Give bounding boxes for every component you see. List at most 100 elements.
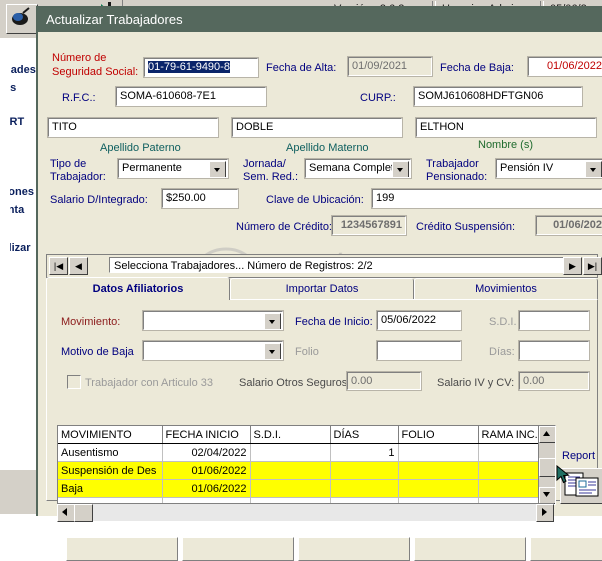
folio-label: Folio: [295, 346, 319, 358]
movimientos-grid[interactable]: MOVIMIENTOFECHA INICIOS.D.I.DÍASFOLIORAM…: [57, 425, 556, 505]
dias-input[interactable]: [519, 341, 589, 360]
table-body: Ausentismo02/04/20221Suspensión de Des01…: [58, 444, 555, 506]
table-row[interactable]: Ausentismo02/04/20221: [58, 444, 555, 462]
nav-next-glyph: ▶: [564, 258, 581, 274]
nss-label-line1: Número de: [52, 52, 106, 64]
grid-scroll-thumb[interactable]: [539, 458, 556, 477]
nav-prev-button[interactable]: ◀: [69, 257, 88, 275]
column-header-3[interactable]: DÍAS: [330, 426, 398, 444]
table-cell: 02/04/2022: [162, 444, 250, 462]
dialog-title-bar: Actualizar Trabajadores: [38, 8, 602, 32]
hscroll-right-button[interactable]: [536, 504, 554, 522]
clave-ubicacion-input[interactable]: 199: [372, 189, 602, 208]
folio-input[interactable]: [377, 341, 461, 360]
salario-ivcv-label: Salario IV y CV:: [437, 377, 514, 389]
chevron-right-icon: [537, 505, 551, 519]
report-panel: Report: [560, 450, 602, 502]
movimientos-table: MOVIMIENTOFECHA INICIOS.D.I.DÍASFOLIORAM…: [58, 426, 556, 505]
bottom-button-3[interactable]: [298, 537, 410, 561]
dialog-body: Número de Seguridad Social: 01-79-61-949…: [38, 32, 602, 516]
nombre-input[interactable]: ELTHON: [416, 118, 596, 137]
sdi-label: S.D.I.: [489, 316, 517, 328]
apellido-paterno-input[interactable]: TITO: [48, 118, 218, 137]
tab-movimientos-label: Movimientos: [475, 283, 537, 295]
table-row[interactable]: Baja01/06/2022: [58, 480, 555, 498]
salario-input[interactable]: $250.00: [162, 189, 238, 208]
motivo-baja-select[interactable]: [143, 341, 283, 360]
report-button[interactable]: [560, 468, 602, 504]
column-header-1[interactable]: FECHA INICIO: [162, 426, 250, 444]
table-cell: [398, 462, 478, 480]
table-cell: Baja: [58, 480, 162, 498]
chevron-down-icon: [540, 488, 553, 501]
rfc-input[interactable]: SOMA-610608-7E1: [116, 87, 266, 106]
tipo-trabajador-select[interactable]: Permanente: [118, 159, 228, 178]
table-cell: [250, 444, 330, 462]
table-cell: 01/06/2022: [162, 480, 250, 498]
table-row[interactable]: Suspensión de Des01/06/2022: [58, 462, 555, 480]
chevron-down-icon[interactable]: [209, 161, 226, 178]
chevron-down-icon[interactable]: [392, 161, 409, 178]
pensionado-value: Pensión IV: [500, 160, 553, 177]
bottom-button-5[interactable]: [530, 537, 602, 561]
bottom-button-1[interactable]: [66, 537, 178, 561]
articulo33-checkbox[interactable]: [67, 375, 81, 389]
mouse-icon: [7, 5, 33, 29]
table-cell: 01/06/2022: [162, 462, 250, 480]
table-cell: [250, 480, 330, 498]
tab-movimientos[interactable]: Movimientos: [414, 278, 598, 300]
chevron-down-icon[interactable]: [585, 161, 602, 178]
credito-suspension-label: Crédito Suspensión:: [416, 221, 515, 233]
apellido-paterno-label: Apellido Paterno: [100, 142, 181, 154]
jornada-label-line2: Sem. Red.:: [243, 171, 298, 183]
bottom-button-2[interactable]: [182, 537, 294, 561]
table-cell: [330, 462, 398, 480]
nav-last-button[interactable]: ▶|: [583, 257, 602, 275]
movimiento-label: Movimiento:: [61, 316, 120, 328]
column-header-2[interactable]: S.D.I.: [250, 426, 330, 444]
curp-input[interactable]: SOMJ610608HDFTGN06: [414, 87, 582, 106]
tab-datos-afiliatorios[interactable]: Datos Afiliatorios: [46, 277, 230, 300]
column-header-4[interactable]: FOLIO: [398, 426, 478, 444]
column-header-0[interactable]: MOVIMIENTO: [58, 426, 162, 444]
table-cell: [330, 480, 398, 498]
jornada-label-line1: Jornada/: [243, 158, 286, 170]
salario-label: Salario D/Integrado:: [50, 194, 148, 206]
chevron-down-icon[interactable]: [264, 343, 281, 360]
salario-ivcv-input: 0.00: [519, 372, 589, 390]
dialog-title: Actualizar Trabajadores: [46, 12, 183, 27]
fecha-inicio-input[interactable]: 05/06/2022: [377, 311, 461, 330]
tab-datos-afiliatorios-label: Datos Afiliatorios: [93, 283, 184, 295]
grid-scroll-up-button[interactable]: [539, 426, 556, 443]
jornada-select[interactable]: Semana Completa: [305, 159, 411, 178]
fecha-inicio-label: Fecha de Inicio:: [295, 316, 373, 328]
chevron-down-icon[interactable]: [264, 313, 281, 330]
movimiento-select[interactable]: [143, 311, 283, 330]
tipo-trabajador-value: Permanente: [122, 160, 182, 177]
sdi-input[interactable]: [519, 311, 589, 330]
toolbar-button-mouse[interactable]: [6, 4, 38, 34]
apellido-materno-input[interactable]: DOBLE: [232, 118, 402, 137]
hscroll-left-button[interactable]: [57, 504, 75, 522]
tipo-trabajador-label-line1: Tipo de: [50, 158, 86, 170]
grid-scroll-down-button[interactable]: [539, 487, 556, 504]
grid-vertical-scrollbar[interactable]: [538, 426, 555, 504]
grid-horizontal-scrollbar[interactable]: [57, 503, 554, 521]
clave-ubicacion-label: Clave de Ubicación:: [266, 194, 364, 206]
fecha-baja-input[interactable]: 01/06/2022: [528, 57, 602, 76]
hscroll-thumb[interactable]: [74, 504, 93, 522]
table-cell: [250, 462, 330, 480]
tab-importar-datos[interactable]: Importar Datos: [230, 278, 414, 300]
tipo-trabajador-label-line2: Trabajador:: [50, 171, 106, 183]
report-document-icon: [564, 472, 600, 498]
fecha-baja-label: Fecha de Baja:: [440, 62, 514, 74]
nav-next-button[interactable]: ▶: [563, 257, 582, 275]
numero-credito-input: 1234567891: [332, 216, 406, 235]
bottom-button-4[interactable]: [414, 537, 526, 561]
nav-first-button[interactable]: |◀: [49, 257, 68, 275]
salario-otros-input: 0.00: [347, 372, 421, 390]
pensionado-select[interactable]: Pensión IV: [496, 159, 602, 178]
pensionado-label-line1: Trabajador: [426, 158, 479, 170]
nss-input[interactable]: 01-79-61-9490-8: [144, 58, 258, 77]
motivo-baja-label: Motivo de Baja: [61, 346, 134, 358]
